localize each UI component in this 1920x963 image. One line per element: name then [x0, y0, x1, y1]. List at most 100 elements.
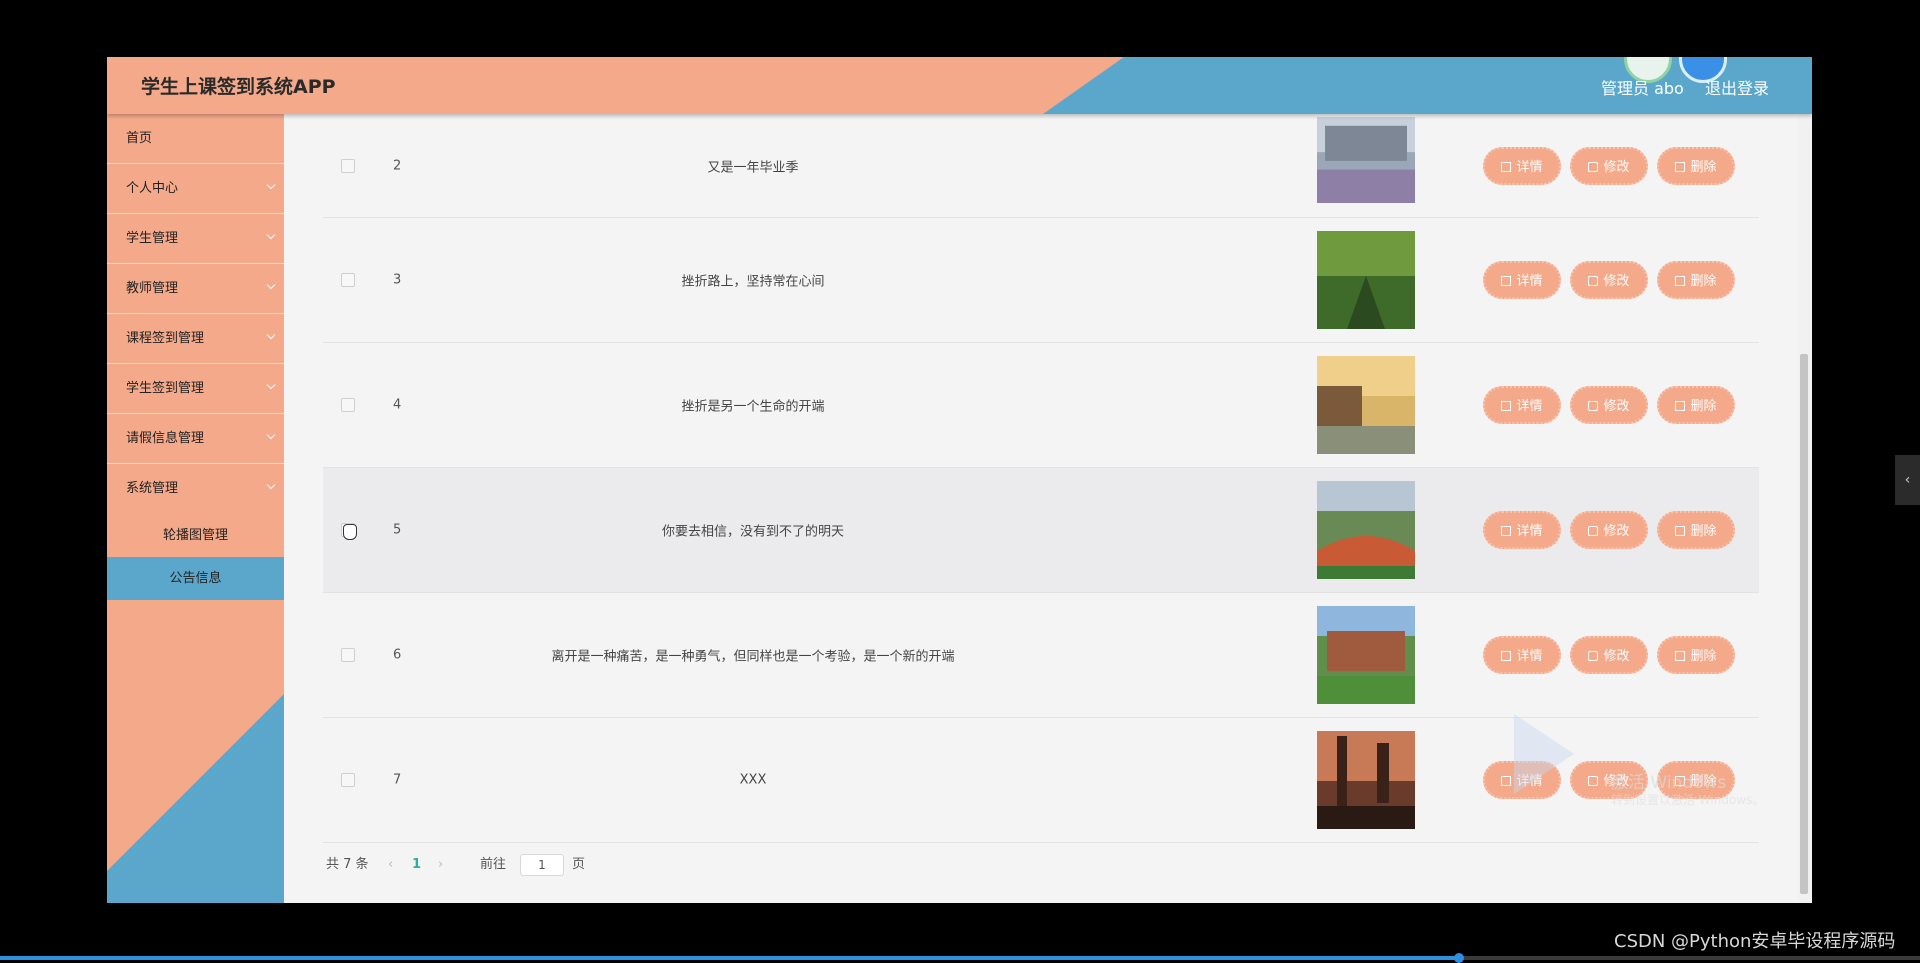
edit-button[interactable]: 修改 [1570, 511, 1648, 549]
sidebar-item-label: 系统管理 [126, 481, 179, 496]
row-image [1317, 356, 1415, 454]
chevron-down-icon [266, 480, 276, 490]
trash-icon [1675, 526, 1686, 536]
row-checkbox[interactable] [341, 273, 355, 287]
edit-button[interactable]: 修改 [1570, 636, 1648, 674]
edit-button[interactable]: 修改 [1570, 146, 1648, 185]
delete-button[interactable]: 删除 [1657, 261, 1735, 299]
delete-label: 删除 [1690, 274, 1717, 289]
detail-button[interactable]: 详情 [1483, 511, 1561, 549]
sidebar-item-course-checkin[interactable]: 课程签到管理 [107, 314, 284, 364]
detail-button[interactable]: 详情 [1483, 261, 1561, 299]
document-icon [1501, 401, 1512, 411]
edit-label: 修改 [1603, 399, 1630, 414]
delete-button[interactable]: 删除 [1657, 636, 1735, 674]
row-checkbox[interactable] [341, 773, 355, 787]
table-row: 5 你要去相信，没有到不了的明天 详情 修改 删除 [323, 468, 1759, 593]
detail-button[interactable]: 详情 [1483, 636, 1561, 674]
sidebar-item-home[interactable]: 首页 [107, 114, 284, 164]
table-row: 2 又是一年毕业季 详情 修改 删除 [323, 114, 1759, 218]
scrollbar-thumb[interactable] [1800, 354, 1808, 894]
delete-button[interactable]: 删除 [1657, 511, 1735, 549]
detail-button[interactable]: 详情 [1483, 386, 1561, 424]
row-index: 7 [393, 772, 402, 788]
sidebar-item-label: 请假信息管理 [126, 431, 205, 446]
credit-text: CSDN @Python安卓毕设程序源码 [1614, 931, 1896, 952]
sidebar-item-label: 学生管理 [126, 231, 179, 246]
pencil-icon [1588, 776, 1599, 786]
edit-label: 修改 [1603, 649, 1630, 664]
row-checkbox[interactable] [341, 158, 355, 173]
app-title: 学生上课签到系统APP [141, 76, 336, 98]
document-icon [1501, 651, 1512, 661]
delete-button[interactable]: 删除 [1657, 386, 1735, 424]
app-window: 学生上课签到系统APP 管理员 abo 退出登录 首页 个人中心 学生管理 教师… [107, 57, 1812, 903]
delete-button[interactable]: 删除 [1657, 146, 1735, 185]
detail-label: 详情 [1516, 159, 1543, 175]
document-icon [1501, 526, 1512, 536]
chevron-down-icon [266, 430, 276, 440]
delete-label: 删除 [1690, 399, 1717, 414]
hand-cursor-icon [343, 524, 357, 540]
trash-icon [1675, 276, 1686, 286]
trash-icon [1675, 651, 1686, 661]
scrollbar[interactable] [1798, 114, 1810, 903]
trash-icon [1675, 401, 1686, 411]
row-checkbox[interactable] [341, 398, 355, 412]
detail-label: 详情 [1516, 399, 1543, 414]
sidebar-item-label: 学生签到管理 [126, 381, 205, 396]
sidebar-item-student-checkin[interactable]: 学生签到管理 [107, 364, 284, 414]
sidebar-subitem-carousel[interactable]: 轮播图管理 [107, 514, 284, 557]
sidebar-item-personal-center[interactable]: 个人中心 [107, 164, 284, 214]
chevron-down-icon [266, 280, 276, 290]
sidebar-item-teachers[interactable]: 教师管理 [107, 264, 284, 314]
goto-page-input[interactable] [520, 854, 564, 876]
detail-label: 详情 [1516, 274, 1543, 289]
activation-subtitle: 转到设置以激活 Windows。 [1611, 793, 1765, 807]
sidebar-item-system[interactable]: 系统管理 [107, 464, 284, 514]
row-index: 4 [393, 397, 402, 413]
chevron-down-icon [266, 330, 276, 340]
row-checkbox[interactable] [341, 648, 355, 662]
page-number[interactable]: 1 [412, 853, 421, 877]
table-row: 6 离开是一种痛苦，是一种勇气，但同样也是一个考验，是一个新的开端 详情 修改 … [323, 593, 1759, 718]
row-title: 离开是一种痛苦，是一种勇气，但同样也是一个考验，是一个新的开端 [551, 649, 955, 665]
document-icon [1501, 276, 1512, 286]
play-icon [1514, 714, 1574, 794]
edit-button[interactable]: 修改 [1570, 261, 1648, 299]
edit-button[interactable]: 修改 [1570, 386, 1648, 424]
row-index: 5 [393, 522, 402, 538]
sidebar-item-leave[interactable]: 请假信息管理 [107, 414, 284, 464]
pencil-icon [1588, 401, 1599, 411]
chevron-down-icon [266, 380, 276, 390]
sidebar-subitem-notice[interactable]: 公告信息 [107, 557, 284, 600]
video-progress-bar[interactable] [0, 953, 1920, 963]
side-collapse-tab[interactable]: ‹ [1895, 455, 1920, 505]
pencil-icon [1588, 161, 1599, 172]
video-progress-knob[interactable] [1454, 953, 1465, 963]
chevron-right-icon[interactable]: › [438, 853, 443, 877]
row-index: 3 [393, 272, 402, 288]
row-title: 挫折路上，坚持常在心间 [681, 274, 825, 290]
pagination-total: 共 7 条 [326, 857, 369, 872]
sidebar-item-students[interactable]: 学生管理 [107, 214, 284, 264]
sidebar: 首页 个人中心 学生管理 教师管理 课程签到管理 学生签到管理 请假信息管理 系… [107, 114, 284, 903]
detail-button[interactable]: 详情 [1483, 146, 1561, 185]
chevron-down-icon [266, 180, 276, 190]
edit-label: 修改 [1603, 159, 1630, 175]
row-title: 又是一年毕业季 [707, 160, 799, 175]
sidebar-item-label: 教师管理 [126, 281, 179, 296]
sidebar-item-label: 课程签到管理 [126, 331, 205, 346]
header-decor [107, 57, 1124, 114]
delete-label: 删除 [1690, 649, 1717, 664]
delete-label: 删除 [1690, 159, 1717, 175]
row-index: 2 [393, 158, 402, 173]
row-image [1317, 606, 1415, 704]
row-image [1317, 731, 1415, 829]
sidebar-item-label: 个人中心 [126, 181, 179, 196]
table-row: 4 挫折是另一个生命的开端 详情 修改 删除 [323, 343, 1759, 468]
logout-button[interactable]: 退出登录 [1705, 75, 1769, 99]
table-row: 3 挫折路上，坚持常在心间 详情 修改 删除 [323, 218, 1759, 343]
chevron-left-icon[interactable]: ‹ [388, 853, 393, 877]
row-image [1317, 231, 1415, 329]
